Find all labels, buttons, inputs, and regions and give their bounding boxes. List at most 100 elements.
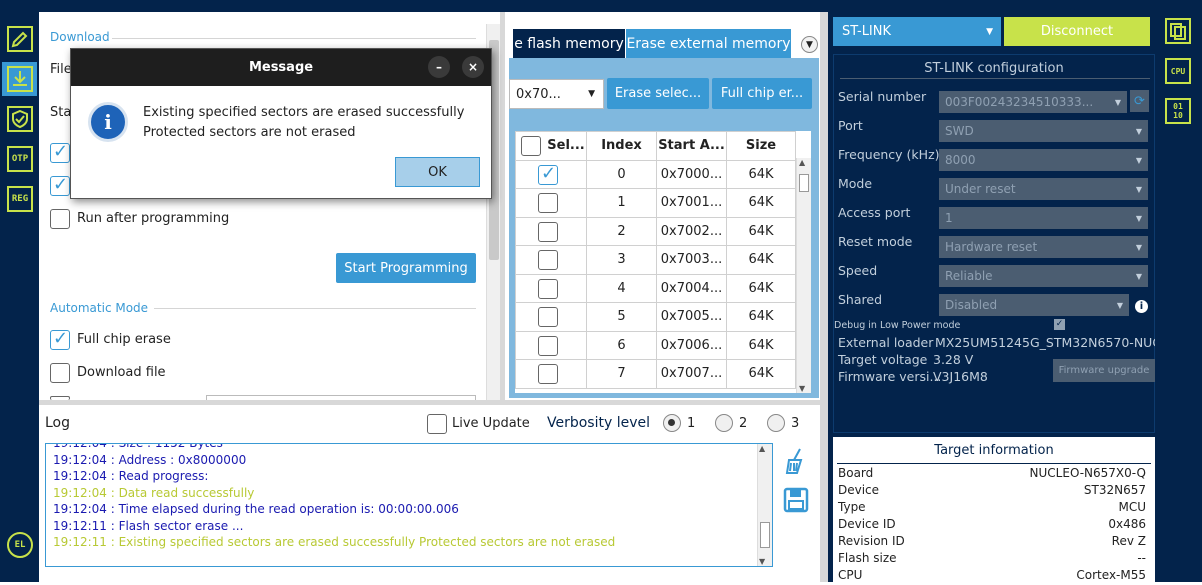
verbosity-radio-1[interactable] — [663, 414, 681, 432]
target-title: Target information — [934, 442, 1054, 458]
select-cell[interactable] — [515, 159, 587, 189]
erase-selected-button[interactable]: Erase selec... — [607, 78, 709, 109]
sector-table: Sel... Index Start A... Size 00x7000...6… — [515, 131, 796, 389]
splitter[interactable] — [500, 12, 505, 402]
log-scrollbar[interactable]: ▲ ▼ — [757, 444, 772, 566]
select-cell[interactable] — [515, 216, 587, 246]
minimize-icon[interactable]: – — [428, 56, 450, 78]
config-select[interactable]: SWD ▼ — [939, 120, 1148, 142]
full-chip-erase-button[interactable]: Full chip er... — [712, 78, 812, 109]
save-log-icon[interactable] — [783, 487, 809, 513]
scroll-thumb[interactable] — [799, 174, 809, 192]
start-programming-button[interactable]: Start Programming — [336, 253, 476, 283]
config-value: Hardware reset — [945, 240, 1038, 254]
sector-checkbox[interactable] — [538, 250, 558, 270]
sector-checkbox[interactable] — [538, 307, 558, 327]
chevron-down-icon[interactable]: ▼ — [801, 36, 818, 53]
cpu-icon[interactable]: CPU — [1165, 58, 1191, 84]
sector-checkbox[interactable] — [538, 221, 558, 242]
select-cell[interactable] — [515, 188, 587, 218]
scroll-down-icon[interactable]: ▼ — [759, 557, 765, 566]
table-row[interactable]: 5 0x7005... 64K — [515, 302, 796, 332]
el-icon[interactable]: EL — [7, 532, 33, 558]
select-cell[interactable] — [515, 273, 587, 303]
tab-erase-flash[interactable]: e flash memory — [513, 29, 625, 59]
table-header-row: Sel... Index Start A... Size — [515, 131, 796, 161]
table-row[interactable]: 00x7000...64K — [515, 159, 796, 189]
config-select[interactable]: Disabled ▼ — [939, 294, 1129, 316]
chevron-down-icon: ▼ — [1135, 126, 1142, 136]
clear-log-icon[interactable] — [783, 447, 809, 475]
disconnect-button[interactable]: Disconnect — [1004, 17, 1150, 46]
table-row[interactable]: 2 0x7002... 64K — [515, 216, 796, 246]
shield-icon[interactable] — [7, 106, 33, 132]
chevron-down-icon: ▼ — [986, 26, 993, 37]
download-icon[interactable] — [7, 66, 33, 92]
verbosity-radio-2[interactable] — [715, 414, 733, 432]
config-select[interactable]: Under reset ▼ — [939, 178, 1148, 200]
tab-erase-external[interactable]: Erase external memory — [626, 29, 791, 59]
target-row: Flash size -- — [833, 551, 1155, 568]
sector-checkbox[interactable] — [538, 364, 558, 384]
verbosity-radio-3[interactable] — [767, 414, 785, 432]
probe-select[interactable]: ST-LINK ▼ — [833, 17, 1001, 46]
sector-index: 7 — [586, 359, 657, 389]
scroll-down-icon[interactable]: ▼ — [799, 384, 805, 393]
table-row[interactable]: 4 0x7004... 64K — [515, 273, 796, 303]
sector-checkbox[interactable] — [538, 163, 558, 185]
scroll-thumb[interactable] — [760, 522, 770, 548]
firmware-upgrade-button[interactable]: Firmware upgrade — [1053, 359, 1155, 382]
select-cell[interactable] — [515, 302, 587, 332]
table-row[interactable]: 1 0x7001... 64K — [515, 188, 796, 218]
otp-icon[interactable]: OTP — [7, 146, 33, 172]
reg-icon[interactable]: REG — [7, 186, 33, 212]
live-update-checkbox[interactable] — [427, 414, 447, 434]
select-all-header[interactable]: Sel... — [515, 131, 587, 161]
table-row[interactable]: 3 0x7003... 64K — [515, 245, 796, 275]
verify-checkbox[interactable] — [50, 141, 70, 163]
binary-icon[interactable]: 01 10 — [1165, 98, 1191, 124]
config-select[interactable]: 8000 ▼ — [939, 149, 1148, 171]
column-header[interactable]: Size — [726, 131, 796, 161]
select-cell[interactable] — [515, 359, 587, 389]
column-header[interactable]: Index — [586, 131, 657, 161]
scroll-up-icon[interactable]: ▲ — [799, 158, 805, 167]
table-row[interactable]: 7 0x7007... 64K — [515, 359, 796, 389]
config-value: SWD — [945, 124, 974, 138]
download-file-checkbox[interactable] — [50, 363, 70, 383]
sector-checkbox[interactable] — [538, 193, 558, 213]
device-memory-icon[interactable] — [1165, 18, 1191, 44]
config-select[interactable]: 1 ▼ — [939, 207, 1148, 229]
debug-low-power-checkbox[interactable]: ✓ — [1054, 319, 1065, 330]
select-cell[interactable] — [515, 330, 587, 360]
log-output[interactable]: 19:12:04 : Size : 1152 Bytes 19:12:04 : A… — [45, 443, 773, 567]
address-select[interactable]: 0x70... ▼ — [509, 79, 604, 109]
config-select[interactable]: Hardware reset ▼ — [939, 236, 1148, 258]
sector-table-container: Sel... Index Start A... Size 00x7000...6… — [515, 131, 811, 393]
memory-tabs: e flash memory Erase external memory ▼ — [505, 12, 820, 59]
edit-icon[interactable] — [7, 26, 33, 52]
ok-button[interactable]: OK — [395, 157, 480, 187]
table-row[interactable]: 6 0x7006... 64K — [515, 330, 796, 360]
select-cell[interactable] — [515, 245, 587, 275]
sector-checkbox[interactable] — [538, 278, 558, 299]
close-icon[interactable]: × — [462, 56, 484, 78]
config-select[interactable]: 003F00243234510333... ▼ — [939, 91, 1127, 113]
sector-checkbox[interactable] — [538, 335, 558, 356]
run-after-programming-checkbox[interactable] — [50, 209, 70, 229]
splitter[interactable] — [820, 12, 828, 582]
skip-erase-checkbox[interactable] — [50, 174, 70, 196]
refresh-icon[interactable]: ⟳ — [1130, 90, 1149, 112]
sector-start: 0x7000... — [656, 159, 727, 189]
table-scrollbar[interactable]: ▲ ▼ — [796, 158, 811, 393]
target-value: NUCLEO-N657X0-Q — [1029, 466, 1146, 480]
scroll-up-icon[interactable]: ▲ — [759, 444, 765, 453]
full-chip-erase-checkbox[interactable] — [50, 328, 70, 350]
column-header[interactable]: Start A... — [656, 131, 727, 161]
sector-start: 0x7003... — [656, 245, 727, 275]
config-select[interactable]: Reliable ▼ — [939, 265, 1148, 287]
config-value: 003F00243234510333... — [945, 95, 1094, 109]
info-icon[interactable]: i — [1135, 300, 1148, 313]
dialog-title: Message — [248, 60, 314, 75]
select-all-checkbox[interactable] — [521, 136, 541, 156]
